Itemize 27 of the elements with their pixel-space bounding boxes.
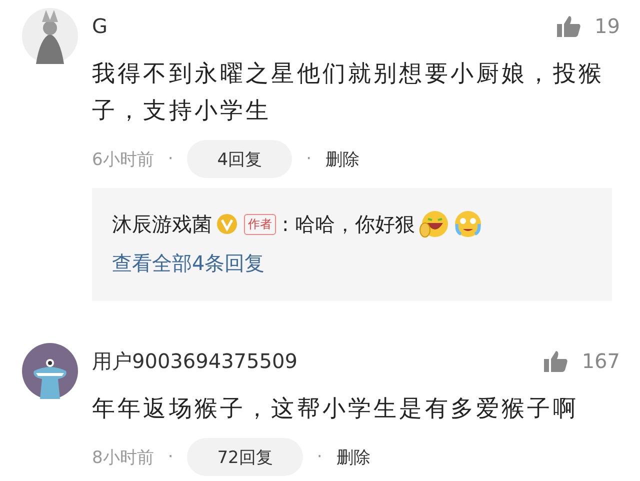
comment-text: 年年返场猴子，这帮小学生是有多爱猴子啊 bbox=[92, 395, 580, 424]
thumbs-up-icon[interactable] bbox=[544, 350, 568, 372]
timestamp: 8小时前 bbox=[92, 446, 154, 468]
author-tag: 作者 bbox=[244, 214, 276, 234]
delete-link[interactable]: 删除 bbox=[336, 446, 370, 468]
username[interactable]: 用户9003694375509 bbox=[92, 348, 298, 374]
laughing-emoji-icon bbox=[419, 210, 450, 238]
comment-text: 我得不到永曜之星他们就别想要小厨娘，投猴子，支持小学生 bbox=[92, 60, 605, 126]
separator-dot: · bbox=[306, 149, 312, 169]
like-count: 167 bbox=[582, 349, 620, 373]
delete-link[interactable]: 删除 bbox=[325, 148, 360, 170]
timestamp: 6小时前 bbox=[92, 148, 154, 170]
separator-dot: · bbox=[168, 447, 174, 467]
avatar-icon bbox=[22, 343, 78, 399]
replies-button[interactable]: 4回复 bbox=[187, 140, 292, 178]
separator-dot: · bbox=[168, 149, 174, 169]
view-all-replies-link[interactable]: 查看全部4条回复 bbox=[112, 250, 265, 277]
thumbs-up-icon[interactable] bbox=[556, 15, 581, 37]
username[interactable]: G bbox=[92, 14, 108, 38]
like-count: 19 bbox=[594, 14, 620, 38]
avatar-icon bbox=[22, 8, 78, 64]
reply-author[interactable]: 沐辰游戏菌 bbox=[112, 210, 212, 238]
crying-emoji-icon bbox=[453, 210, 484, 238]
verified-badge-icon bbox=[216, 213, 238, 235]
replies-button[interactable]: 72回复 bbox=[187, 438, 303, 476]
reply-text: : 哈哈，你好狠 bbox=[282, 210, 416, 238]
separator-dot: · bbox=[316, 447, 322, 467]
